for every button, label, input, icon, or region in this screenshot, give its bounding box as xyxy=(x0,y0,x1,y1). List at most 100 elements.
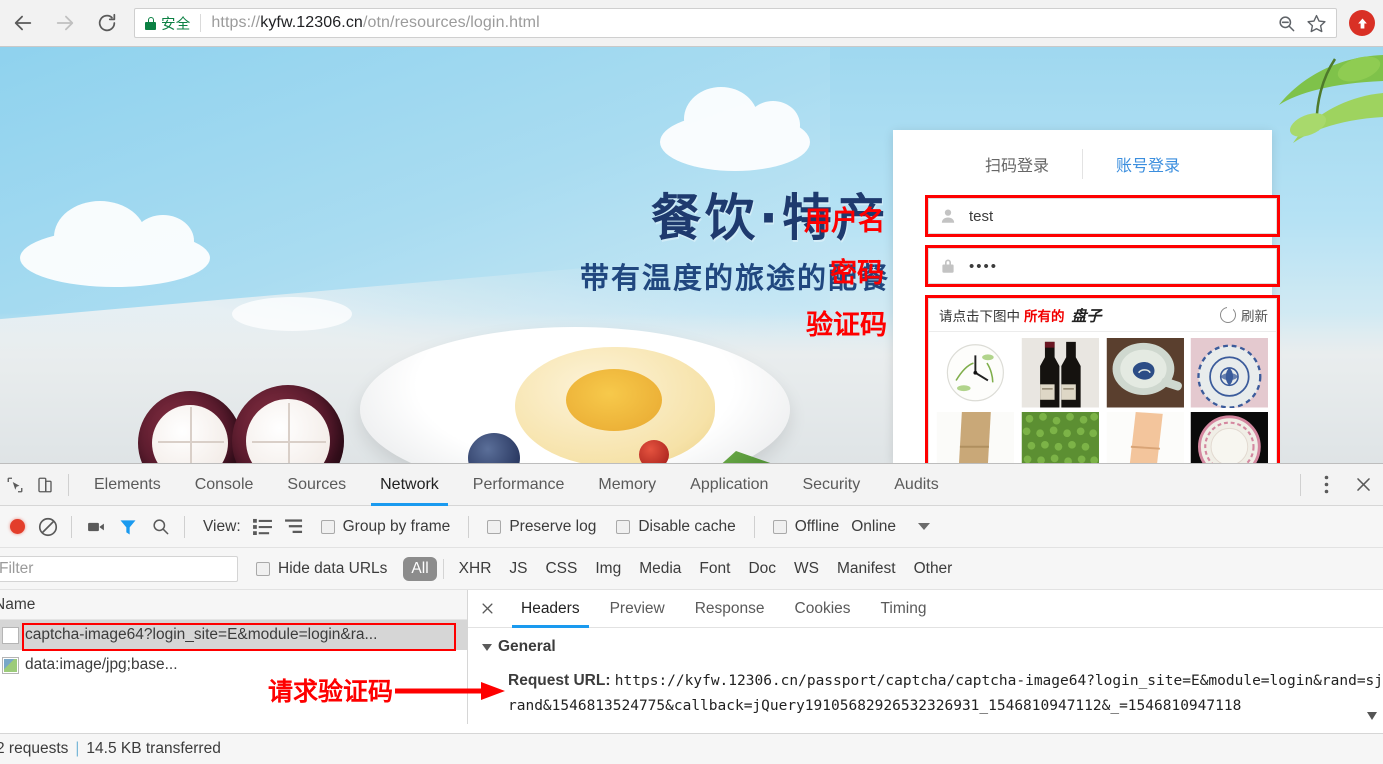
filter-type-doc[interactable]: Doc xyxy=(739,560,785,578)
tab-security[interactable]: Security xyxy=(785,464,877,506)
hide-data-urls-checkbox[interactable]: Hide data URLs xyxy=(256,560,387,578)
extension-button[interactable] xyxy=(1349,10,1375,36)
security-indicator[interactable]: 安全 xyxy=(145,13,190,34)
wall-clock-image xyxy=(936,338,1014,408)
record-button[interactable] xyxy=(10,519,25,534)
table-row[interactable]: data:image/jpg;base... xyxy=(0,650,467,680)
captcha-tile-wine-bottles[interactable] xyxy=(1019,338,1101,408)
address-bar[interactable]: 安全 https://kyfw.12306.cn/otn/resources/l… xyxy=(134,8,1337,38)
tab-performance[interactable]: Performance xyxy=(456,464,582,506)
preserve-log-checkbox[interactable]: Preserve log xyxy=(487,518,596,536)
waterfall-view-icon xyxy=(285,519,303,534)
captcha-tile-green-beans[interactable] xyxy=(1019,411,1101,463)
filter-type-all[interactable]: All xyxy=(403,556,437,581)
filter-type-font[interactable]: Font xyxy=(690,560,739,578)
filter-type-js[interactable]: JS xyxy=(500,560,536,578)
wine-bottles-image xyxy=(1021,338,1099,408)
request-detail-tab-bar: Headers Preview Response Cookies Timing xyxy=(468,590,1383,628)
zoom-out-button[interactable] xyxy=(1272,10,1300,36)
disable-cache-checkbox[interactable]: Disable cache xyxy=(616,518,736,536)
status-requests: 2 requests xyxy=(0,740,69,757)
arrow-right-icon xyxy=(56,15,74,31)
tab-application[interactable]: Application xyxy=(673,464,785,506)
network-status-bar: 2 requests | 14.5 KB transferred xyxy=(0,733,1383,764)
detail-tab-headers[interactable]: Headers xyxy=(506,590,595,628)
tab-audits[interactable]: Audits xyxy=(877,464,955,506)
status-separator: | xyxy=(75,740,80,757)
filter-type-media[interactable]: Media xyxy=(630,560,690,578)
filter-type-ws[interactable]: WS xyxy=(785,560,828,578)
filter-funnel-icon xyxy=(120,519,136,534)
tab-sources[interactable]: Sources xyxy=(270,464,363,506)
tab-elements[interactable]: Elements xyxy=(77,464,178,506)
table-row[interactable]: captcha-image64?login_site=E&module=logi… xyxy=(0,620,467,650)
request-url-row: Request URL: https://kyfw.12306.cn/passp… xyxy=(482,668,1383,719)
filter-type-manifest[interactable]: Manifest xyxy=(828,560,905,578)
tab-qr-login[interactable]: 扫码登录 xyxy=(952,152,1082,176)
detail-tab-timing[interactable]: Timing xyxy=(866,590,942,628)
back-button[interactable] xyxy=(4,4,42,42)
scroll-indicator-icon xyxy=(1367,712,1377,720)
group-by-frame-checkbox[interactable]: Group by frame xyxy=(320,518,450,536)
captcha-refresh-label: 刷新 xyxy=(1241,309,1268,324)
column-header-name: Name xyxy=(0,595,36,613)
browser-toolbar: 安全 https://kyfw.12306.cn/otn/resources/l… xyxy=(0,0,1383,47)
captcha-prompt: 请点击下图中 所有的 盘子 刷新 xyxy=(929,299,1276,332)
search-button[interactable] xyxy=(147,514,173,540)
close-icon xyxy=(1356,478,1370,491)
captcha-tile-pink-rim-plate[interactable] xyxy=(1189,411,1270,463)
throttle-value[interactable]: Online xyxy=(851,518,896,536)
filter-type-css[interactable]: CSS xyxy=(536,560,586,578)
detail-tab-preview[interactable]: Preview xyxy=(595,590,680,628)
captcha-tile-orange-card[interactable] xyxy=(1104,411,1186,463)
green-beans-image xyxy=(1021,411,1099,463)
devtools-close-button[interactable] xyxy=(1343,464,1383,506)
network-toolbar: View: Group by frame Preserve log Disabl… xyxy=(0,506,1383,548)
waterfall-view-button[interactable] xyxy=(283,516,307,538)
tab-memory[interactable]: Memory xyxy=(581,464,673,506)
url-host: kyfw.12306.cn xyxy=(260,14,363,31)
filter-toggle-button[interactable] xyxy=(115,514,141,540)
captcha-tile-blue-white-plate[interactable] xyxy=(1189,338,1270,408)
captcha-tile-blue-white-bowl[interactable] xyxy=(1104,338,1186,408)
clear-button[interactable] xyxy=(37,516,59,538)
reload-button[interactable] xyxy=(88,4,126,42)
captcha-refresh-button[interactable]: 刷新 xyxy=(1220,305,1268,325)
captcha-tile-wall-clock[interactable] xyxy=(935,338,1016,408)
annotation-request-captcha: 请求验证码 xyxy=(268,677,394,706)
filter-type-other[interactable]: Other xyxy=(905,560,962,578)
list-view-button[interactable] xyxy=(251,516,275,538)
filter-input[interactable]: Filter xyxy=(0,555,238,582)
cardboard-strip-image xyxy=(936,411,1014,463)
device-toolbar-button[interactable] xyxy=(30,464,60,506)
general-section-toggle[interactable]: General xyxy=(482,638,1383,656)
refresh-icon xyxy=(1220,306,1236,323)
password-input[interactable]: •••• xyxy=(928,248,1277,284)
arrow-left-icon xyxy=(14,15,32,31)
detail-close-button[interactable] xyxy=(468,601,506,616)
view-label: View: xyxy=(203,517,241,535)
tab-account-login[interactable]: 账号登录 xyxy=(1083,152,1213,176)
kebab-menu-icon xyxy=(1324,475,1328,494)
filter-type-xhr[interactable]: XHR xyxy=(450,560,501,578)
filter-placeholder: Filter xyxy=(0,559,34,577)
request-name: captcha-image64?login_site=E&module=logi… xyxy=(25,626,378,643)
inspect-element-button[interactable] xyxy=(0,464,30,506)
devtools-more-button[interactable] xyxy=(1309,464,1343,506)
capture-screenshots-button[interactable] xyxy=(83,514,109,540)
detail-tab-response[interactable]: Response xyxy=(680,590,780,628)
captcha-tile-cardboard-strip[interactable] xyxy=(935,411,1016,463)
offline-checkbox[interactable]: Offline xyxy=(772,518,839,536)
bookmark-button[interactable] xyxy=(1302,10,1330,36)
chevron-down-icon[interactable] xyxy=(918,523,931,530)
tab-network[interactable]: Network xyxy=(363,464,456,506)
reload-icon xyxy=(98,13,116,32)
cloud-decoration xyxy=(660,87,810,171)
username-input[interactable]: test xyxy=(928,198,1277,234)
lock-icon xyxy=(942,259,954,273)
tab-console[interactable]: Console xyxy=(178,464,271,506)
detail-tab-cookies[interactable]: Cookies xyxy=(780,590,866,628)
filter-type-img[interactable]: Img xyxy=(586,560,630,578)
hide-data-urls-label: Hide data URLs xyxy=(278,559,388,577)
forward-button[interactable] xyxy=(46,4,84,42)
